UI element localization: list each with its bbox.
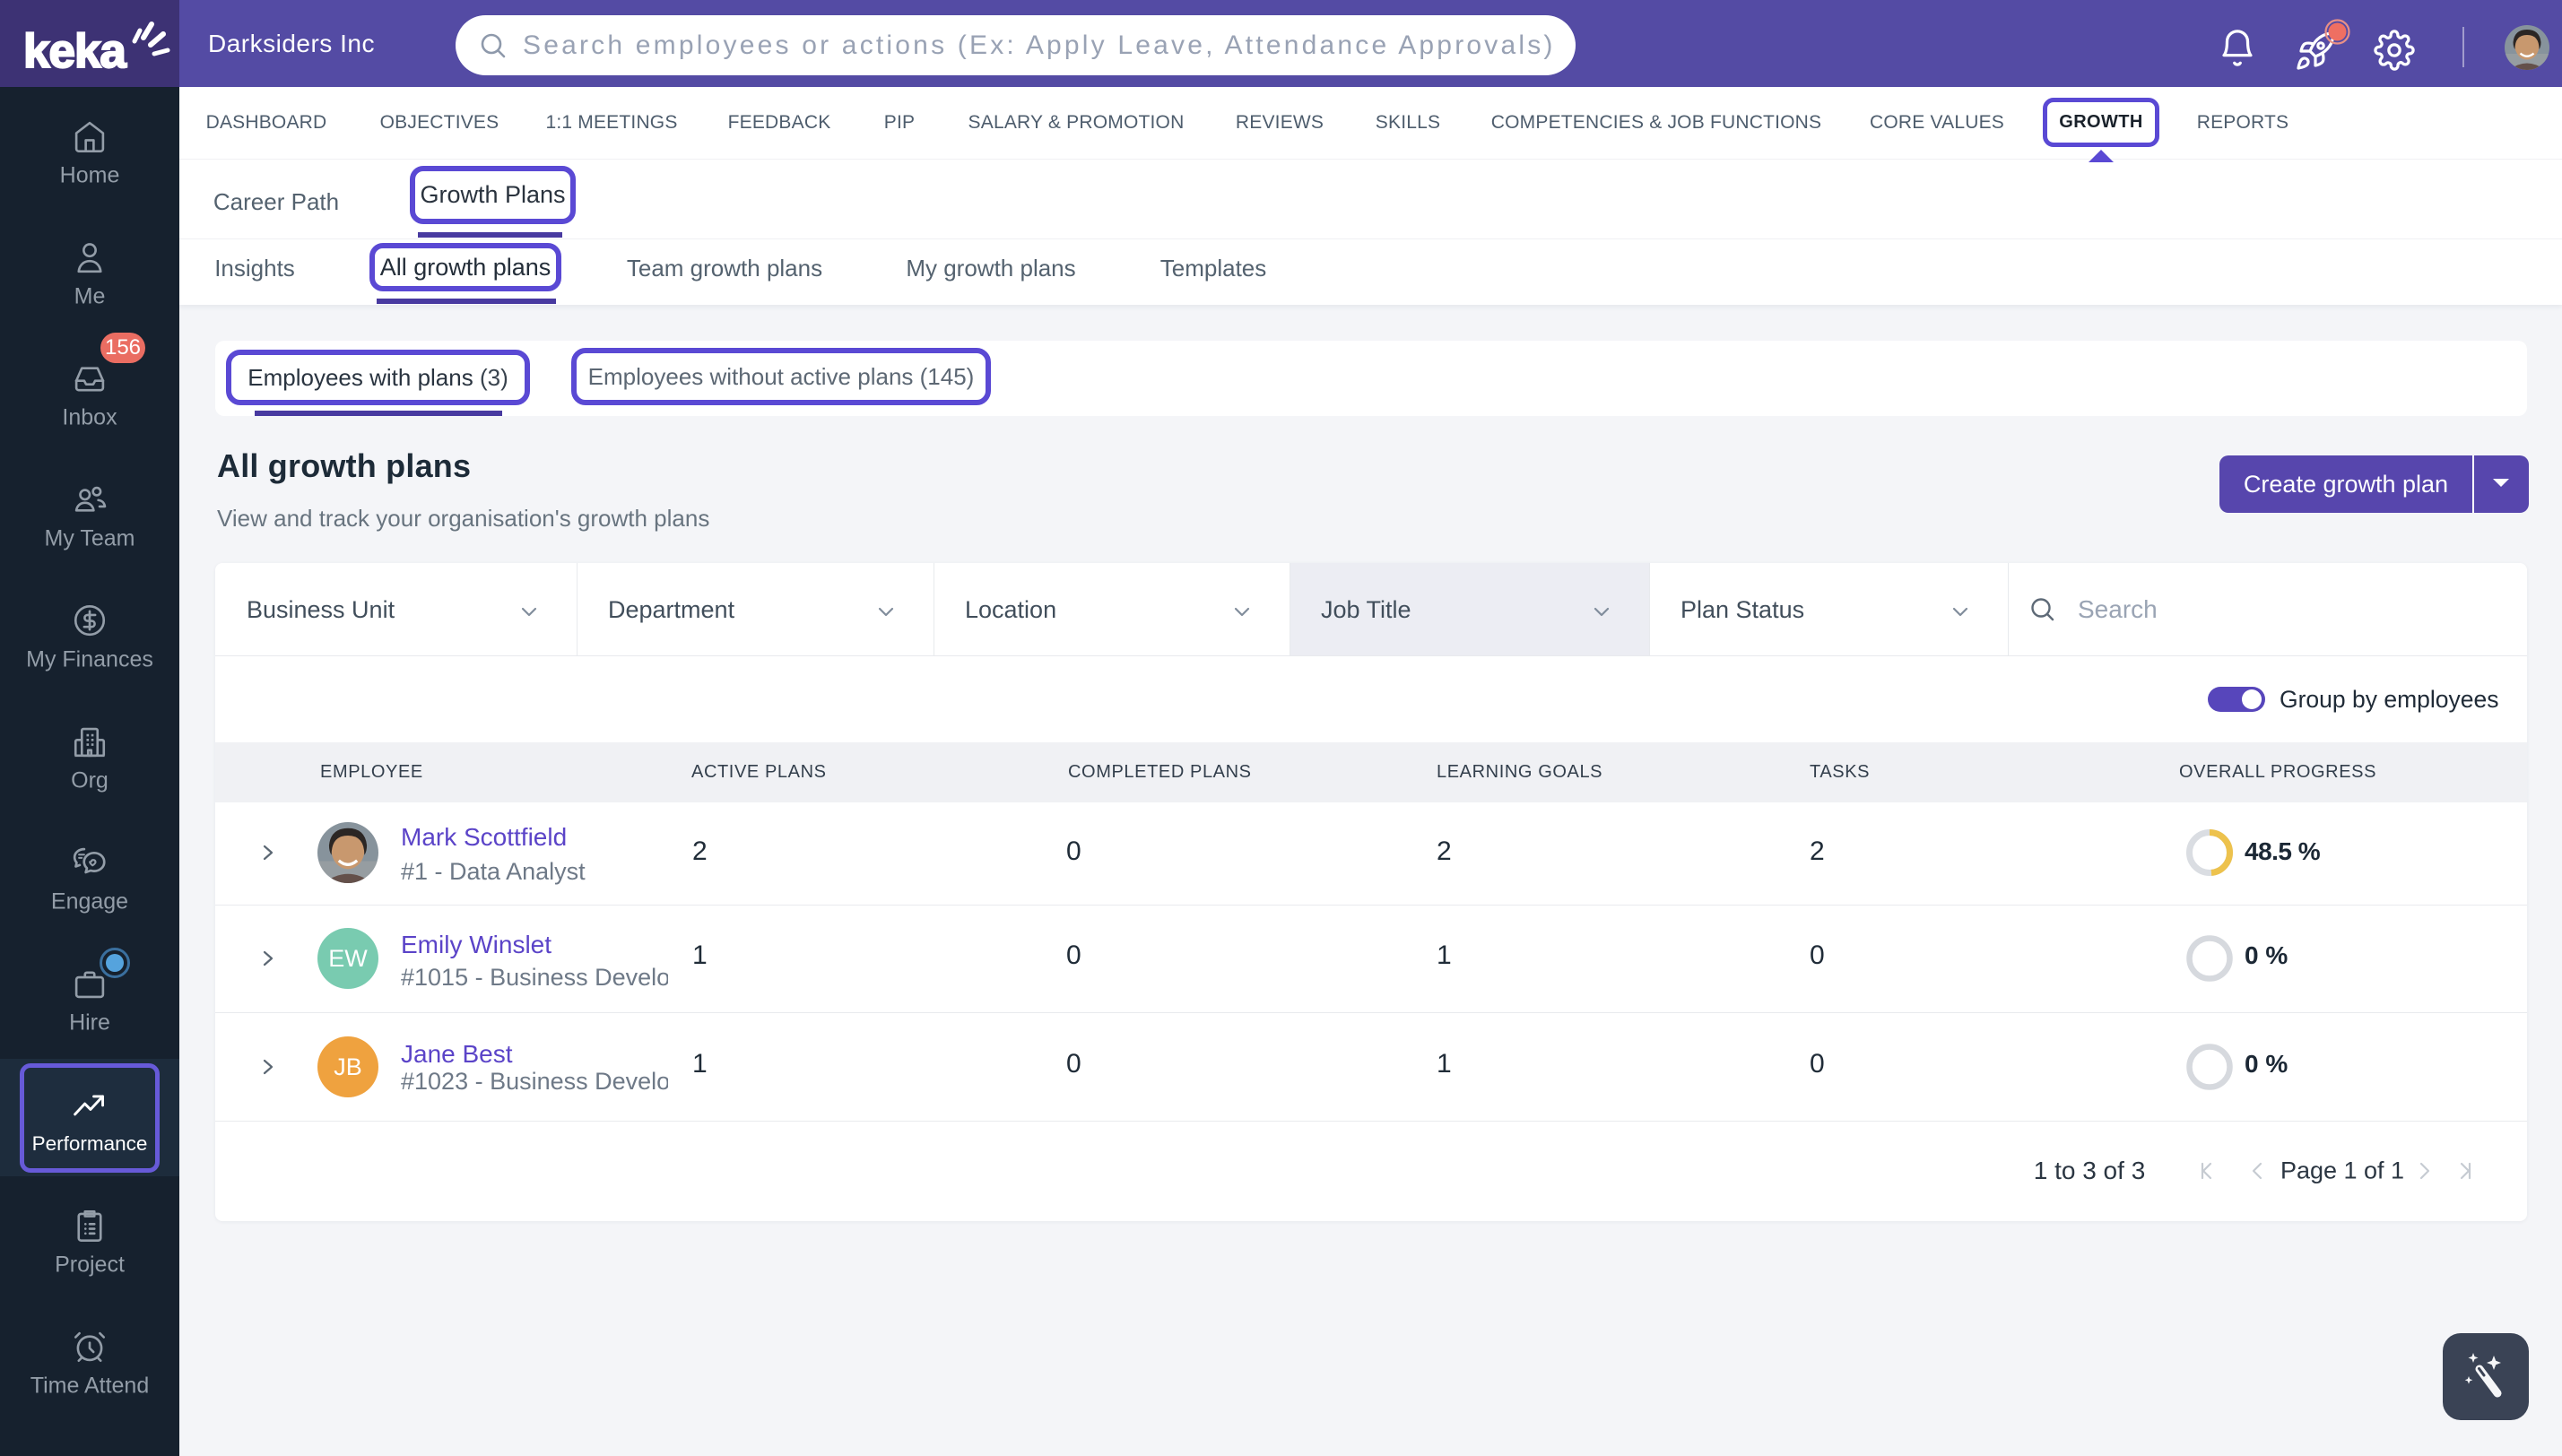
svg-text:keka: keka <box>23 25 126 77</box>
